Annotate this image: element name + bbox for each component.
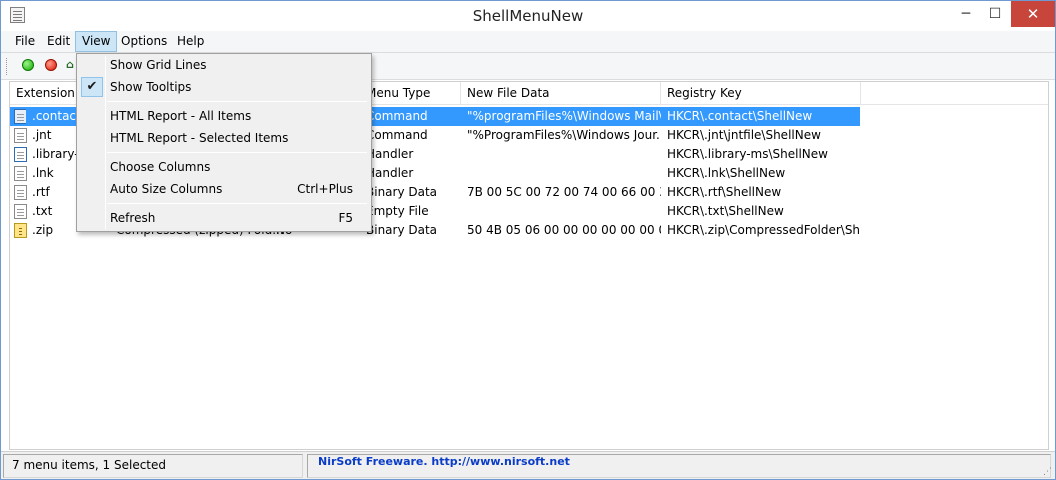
- cell-menu-type: Command: [366, 109, 428, 123]
- cell-new-file-data: [461, 202, 661, 221]
- cell-new-file-data: [461, 164, 661, 183]
- status-item-count: 7 menu items, 1 Selected: [3, 454, 303, 478]
- enable-items-button[interactable]: [22, 59, 34, 71]
- menu-item-label: Show Tooltips: [110, 80, 192, 94]
- toolbar-grip[interactable]: [6, 58, 9, 75]
- menu-item-label: Choose Columns: [110, 160, 211, 174]
- menu-item-label: Auto Size Columns: [110, 182, 223, 196]
- cell-registry-key: HKCR\.rtf\ShellNew: [667, 185, 782, 199]
- cell-new-file-data: 50 4B 05 06 00 00 00 00 00 00 00 00...: [467, 223, 661, 237]
- app-window: ShellMenuNew ─ ☐ ✕ File Edit View Option…: [0, 0, 1056, 480]
- disable-items-button[interactable]: [45, 59, 57, 71]
- checkmark-icon: ✔: [81, 77, 103, 97]
- menu-item-html-report-selected[interactable]: HTML Report - Selected Items: [79, 127, 369, 149]
- cell-menu-type: Empty File: [366, 204, 429, 218]
- cell-registry-key: HKCR\.txt\ShellNew: [667, 204, 784, 218]
- cell-registry-key: HKCR\.contact\ShellNew: [667, 109, 813, 123]
- column-header-new-file-data[interactable]: New File Data: [461, 82, 661, 105]
- cell-menu-type: Handler: [366, 147, 414, 161]
- menu-item-html-report-all[interactable]: HTML Report - All Items: [79, 105, 369, 127]
- close-button[interactable]: ✕: [1011, 1, 1055, 27]
- menu-item-auto-size-columns[interactable]: Auto Size Columns Ctrl+Plus: [79, 178, 369, 200]
- cell-menu-type: Command: [366, 128, 428, 142]
- cell-menu-type: Binary Data: [366, 223, 438, 237]
- menu-item-shortcut: F5: [338, 211, 353, 225]
- nirsoft-link[interactable]: NirSoft Freeware. http://www.nirsoft.net: [307, 454, 1051, 478]
- cell-registry-key: HKCR\.jnt\jntfile\ShellNew: [667, 128, 821, 142]
- cell-menu-type: Handler: [366, 166, 414, 180]
- menu-options[interactable]: Options: [115, 31, 173, 52]
- menu-item-choose-columns[interactable]: Choose Columns: [79, 156, 369, 178]
- menu-edit[interactable]: Edit: [41, 31, 76, 52]
- menu-item-show-tooltips[interactable]: ✔ Show Tooltips: [79, 76, 369, 98]
- menu-item-shortcut: Ctrl+Plus: [297, 182, 353, 196]
- minimize-button[interactable]: ─: [953, 1, 979, 27]
- menu-file[interactable]: File: [9, 31, 41, 52]
- cell-new-file-data: "%ProgramFiles%\Windows Jour...: [467, 128, 661, 142]
- menu-separator: [107, 203, 367, 204]
- menu-item-show-grid-lines[interactable]: Show Grid Lines: [79, 54, 369, 76]
- menu-separator: [107, 152, 367, 153]
- menu-separator: [107, 101, 367, 102]
- menu-item-label: Refresh: [110, 211, 156, 225]
- menu-item-refresh[interactable]: Refresh F5: [79, 207, 369, 229]
- cell-menu-type: Binary Data: [366, 185, 438, 199]
- window-title: ShellMenuNew: [472, 7, 584, 25]
- column-header-registry-key[interactable]: Registry Key: [661, 82, 861, 105]
- column-header-menu-type[interactable]: Menu Type: [360, 82, 461, 105]
- cell-registry-key: HKCR\.lnk\ShellNew: [667, 166, 786, 180]
- status-bar: 7 menu items, 1 Selected NirSoft Freewar…: [1, 451, 1055, 479]
- cell-new-file-data: [461, 145, 661, 164]
- maximize-button[interactable]: ☐: [982, 1, 1008, 27]
- menu-item-label: Show Grid Lines: [110, 58, 207, 72]
- menu-view[interactable]: View: [75, 31, 118, 52]
- menu-item-label: HTML Report - All Items: [110, 109, 252, 123]
- view-menu-dropdown: Show Grid Lines ✔ Show Tooltips HTML Rep…: [76, 53, 372, 232]
- cell-new-file-data: "%programFiles%\Windows Mail\...: [467, 109, 661, 123]
- cell-new-file-data: 7B 00 5C 00 72 00 74 00 66 00 31 0...: [467, 185, 661, 199]
- cell-registry-key: HKCR\.zip\CompressedFolder\Sh...: [667, 223, 860, 237]
- menu-bar: File Edit View Options Help: [1, 31, 1055, 52]
- resize-grip[interactable]: ⋰: [1043, 467, 1053, 477]
- title-bar[interactable]: ShellMenuNew ─ ☐ ✕: [1, 1, 1055, 31]
- cell-registry-key: HKCR\.library-ms\ShellNew: [667, 147, 828, 161]
- menu-item-label: HTML Report - Selected Items: [110, 131, 289, 145]
- menu-help[interactable]: Help: [171, 31, 210, 52]
